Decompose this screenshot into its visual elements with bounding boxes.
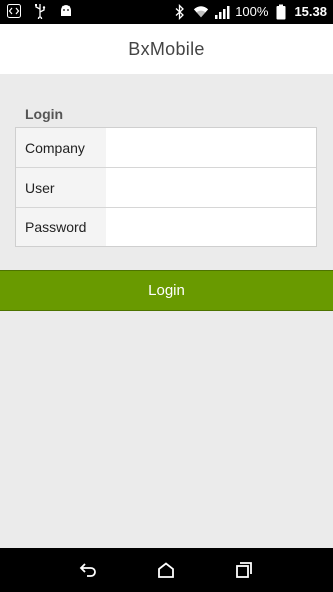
wifi-icon xyxy=(193,4,209,20)
app-bar: BxMobile xyxy=(0,24,333,74)
company-label: Company xyxy=(16,128,106,167)
login-heading: Login xyxy=(25,106,64,122)
battery-percent: 100% xyxy=(235,4,269,19)
bluetooth-icon xyxy=(172,4,188,20)
recents-icon[interactable] xyxy=(224,550,264,590)
app-title: BxMobile xyxy=(128,38,205,59)
login-form: Company User Password xyxy=(15,127,317,247)
back-icon[interactable] xyxy=(69,550,109,590)
navigation-bar xyxy=(0,548,333,592)
company-row: Company xyxy=(16,128,316,168)
password-label: Password xyxy=(16,208,106,246)
login-button[interactable]: Login xyxy=(0,270,333,311)
android-icon xyxy=(58,3,74,19)
password-input[interactable] xyxy=(106,208,316,246)
code-icon xyxy=(6,3,22,19)
status-bar: 100% 15.38 xyxy=(0,0,333,24)
clock: 15.38 xyxy=(294,4,327,19)
user-label: User xyxy=(16,168,106,207)
password-row: Password xyxy=(16,208,316,246)
home-icon[interactable] xyxy=(146,550,186,590)
user-input[interactable] xyxy=(106,168,316,207)
signal-icon xyxy=(214,4,230,20)
battery-icon xyxy=(273,4,289,20)
user-row: User xyxy=(16,168,316,208)
usb-icon xyxy=(32,3,48,19)
company-input[interactable] xyxy=(106,128,316,167)
